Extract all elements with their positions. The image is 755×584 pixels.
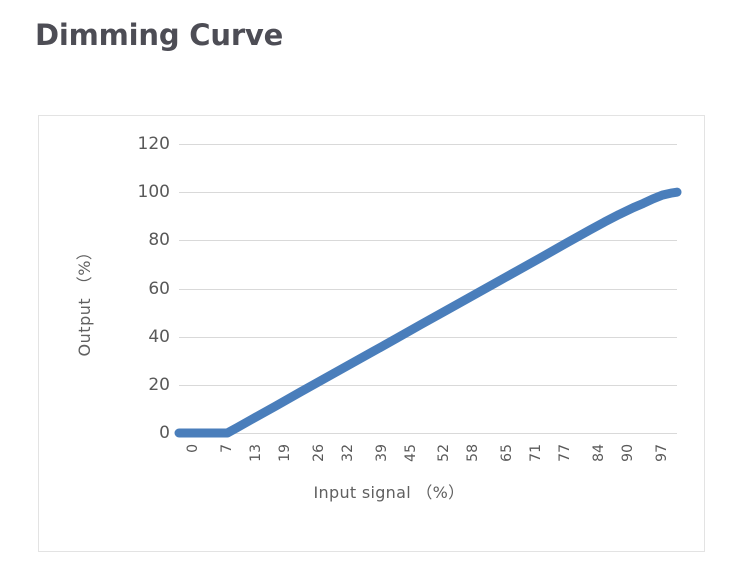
gridline [179,433,677,434]
page-title: Dimming Curve [35,18,284,52]
y-axis-tick-label: 40 [148,326,170,347]
x-axis-tick-label: 71 [528,444,545,462]
x-axis-tick-label: 97 [653,444,670,462]
x-axis-tick-label: 7 [218,444,235,453]
plot-area: 120 100 80 60 40 20 0 0 7 13 19 26 32 39 45 52 58 65 71 77… [138,134,682,462]
x-axis-title: Input signal （%） [313,483,465,502]
x-axis-tick-label: 0 [185,444,201,453]
x-axis-tick-label: 65 [499,444,516,462]
y-axis-tick-label: 80 [148,230,170,251]
dimming-curve-chart: Output （%） Input signal （%） 120 100 80 60 40… [39,116,706,553]
x-axis-tick-label: 26 [310,444,327,462]
x-axis-tick-label: 90 [620,444,637,462]
series-line-dimming-response [174,187,682,438]
x-axis-tick-label: 19 [276,444,293,462]
y-axis-tick-label: 100 [137,182,170,203]
y-axis-tick-label: 120 [137,134,170,154]
x-axis-tick-label: 58 [465,444,482,462]
x-axis-tick-label: 32 [339,444,356,462]
x-axis-tick-label: 45 [402,444,419,462]
x-axis-tick-label: 13 [247,444,264,462]
x-axis-tick-label: 52 [436,444,453,462]
y-axis-tick-label: 0 [159,423,170,443]
x-axis-tick-label: 39 [373,444,390,462]
y-axis-title: Output （%） [75,243,94,357]
data-line [174,187,682,438]
x-axis-tick-label: 84 [591,444,608,462]
chart-card: Output （%） Input signal （%） 120 100 80 60 40… [38,115,705,552]
x-axis-tick-label: 77 [557,444,574,462]
y-axis-tick-label: 20 [148,374,170,395]
y-axis-tick-label: 60 [148,278,170,299]
